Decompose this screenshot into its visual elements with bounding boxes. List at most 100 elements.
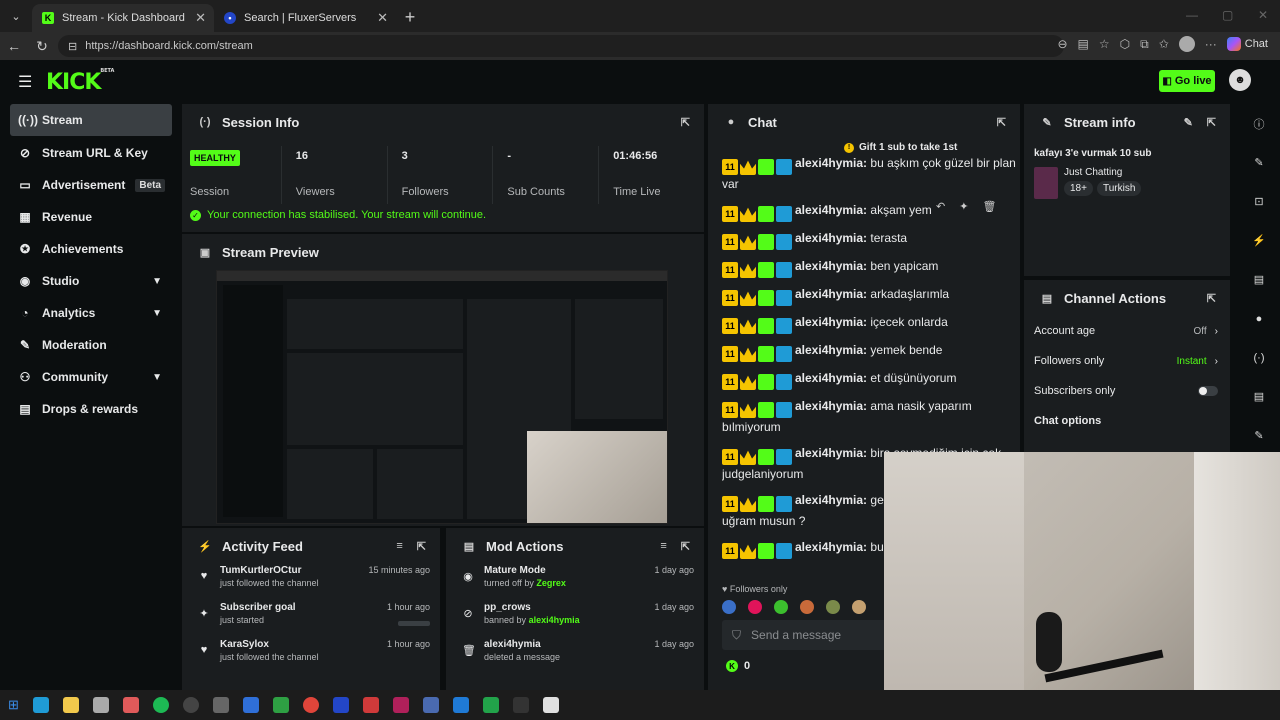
app-icon[interactable]: [212, 697, 229, 713]
chat-username[interactable]: alexi4hymia:: [795, 446, 867, 460]
emote-icon[interactable]: [852, 600, 866, 614]
extensions-icon[interactable]: ⬡: [1120, 37, 1130, 51]
app-icon[interactable]: [92, 697, 109, 713]
pin-icon[interactable]: ✦: [959, 200, 968, 213]
site-info-icon[interactable]: ⊟: [68, 40, 77, 53]
close-tab-icon[interactable]: ✕: [195, 10, 206, 26]
category-name[interactable]: Just Chatting: [1064, 167, 1141, 178]
new-tab-button[interactable]: +: [396, 7, 424, 28]
copilot-button[interactable]: Chat: [1226, 37, 1268, 51]
broadcast-icon[interactable]: (·): [1238, 338, 1280, 377]
obs-icon[interactable]: [542, 697, 559, 713]
kick-logo[interactable]: KICK BETA: [46, 68, 114, 95]
profile-avatar[interactable]: [1178, 36, 1195, 52]
close-window-icon[interactable]: ✕: [1258, 8, 1268, 22]
popout-icon[interactable]: ⇱: [997, 116, 1006, 129]
chat-username[interactable]: alexi4hymia:: [795, 493, 867, 507]
app-icon[interactable]: [452, 697, 469, 713]
emote-icon[interactable]: [826, 600, 840, 614]
file-explorer-icon[interactable]: [62, 697, 79, 713]
browser-tab-kick[interactable]: K Stream - Kick Dashboard ✕: [32, 4, 214, 32]
back-icon[interactable]: ←: [0, 38, 28, 54]
chat-message[interactable]: 11 alexi4hymia: içecek onlarda: [722, 313, 1016, 334]
reload-icon[interactable]: ↻: [28, 38, 56, 55]
followers-only-row[interactable]: Followers only Instant ›: [1024, 346, 1230, 376]
chat-username[interactable]: alexi4hymia:: [795, 287, 867, 301]
emote-icon[interactable]: [748, 600, 762, 614]
sidebar-item-studio[interactable]: ◉ Studio ▼: [10, 265, 172, 297]
sidebar-item-stream[interactable]: ((·)) Stream: [10, 104, 172, 136]
popout-icon[interactable]: ⇱: [1207, 292, 1216, 305]
tab-list-button[interactable]: ⌄: [2, 2, 30, 30]
popout-icon[interactable]: ⇱: [681, 116, 690, 129]
chat-bubble-icon[interactable]: ●: [1238, 299, 1280, 338]
maximize-icon[interactable]: ▢: [1222, 8, 1233, 22]
popout-icon[interactable]: ⇱: [681, 540, 690, 553]
edge-icon[interactable]: [32, 697, 49, 713]
favorites-icon[interactable]: ✩: [1159, 37, 1169, 51]
spotify-icon[interactable]: [152, 697, 169, 713]
filter-icon[interactable]: ≡: [396, 540, 402, 553]
app-icon[interactable]: [122, 697, 139, 713]
chat-username[interactable]: alexi4hymia:: [795, 371, 867, 385]
delete-icon[interactable]: 🗑: [982, 200, 996, 213]
app-icon[interactable]: [482, 697, 499, 713]
chat-username[interactable]: alexi4hymia:: [795, 343, 867, 357]
sidebar-item-moderation[interactable]: ✎ Moderation: [10, 329, 172, 361]
sidebar-item-community[interactable]: ⚇ Community ▼: [10, 361, 172, 393]
sidebar-item-drops-rewards[interactable]: ▤ Drops & rewards: [10, 393, 172, 425]
list-icon[interactable]: ▤: [1238, 377, 1280, 416]
app-icon[interactable]: [302, 697, 319, 713]
sidebar-item-revenue[interactable]: ▦ Revenue: [10, 201, 172, 233]
chat-username[interactable]: alexi4hymia:: [795, 156, 867, 170]
more-icon[interactable]: ···: [1205, 37, 1217, 51]
chat-username[interactable]: alexi4hymia:: [795, 540, 867, 554]
app-icon[interactable]: [362, 697, 379, 713]
app-icon[interactable]: [272, 697, 289, 713]
activity-title[interactable]: KaraSylox: [220, 639, 319, 650]
wrench-icon[interactable]: ✎: [1238, 416, 1280, 455]
chat-username[interactable]: alexi4hymia:: [795, 203, 867, 217]
activity-title[interactable]: TumKurtlerOCtur: [220, 565, 319, 576]
sidebar-item-analytics[interactable]: ◔ Analytics ▼: [10, 297, 172, 329]
app-icon[interactable]: [332, 697, 349, 713]
info-icon[interactable]: ⓘ: [1238, 104, 1280, 143]
split-screen-icon[interactable]: ⧉: [1140, 37, 1149, 52]
lightning-icon[interactable]: ⚡: [1238, 221, 1280, 260]
edit-icon[interactable]: ✎: [1238, 143, 1280, 182]
mod-action-user[interactable]: Zegrex: [536, 578, 566, 588]
mod-action-title[interactable]: pp_crows: [484, 602, 580, 613]
go-live-button[interactable]: ◧ Go live: [1159, 70, 1215, 92]
kicks-counter[interactable]: K 0: [726, 660, 750, 672]
popout-icon[interactable]: ⇱: [1207, 116, 1216, 129]
chat-message[interactable]: 11 alexi4hymia: terasta: [722, 229, 1016, 250]
sidebar-item-achievements[interactable]: ✪ Achievements: [10, 233, 172, 265]
chat-message[interactable]: 11 alexi4hymia: et düşünüyorum: [722, 369, 1016, 390]
chat-message[interactable]: 11 alexi4hymia: bu aşkım çok güzel bir pl…: [722, 156, 1016, 194]
mod-action-title[interactable]: alexi4hymia: [484, 639, 560, 650]
app-icon[interactable]: [182, 697, 199, 713]
chat-username[interactable]: alexi4hymia:: [795, 399, 867, 413]
reply-icon[interactable]: ↶: [936, 200, 945, 213]
emote-icon[interactable]: [774, 600, 788, 614]
app-icon[interactable]: [242, 697, 259, 713]
favorite-star-icon[interactable]: ☆: [1099, 37, 1110, 51]
camera-icon[interactable]: ⊡: [1238, 182, 1280, 221]
minimize-icon[interactable]: —: [1186, 8, 1198, 22]
gift-sub-banner[interactable]: ! Gift 1 sub to take 1st: [844, 142, 957, 153]
account-age-row[interactable]: Account age Off ›: [1024, 316, 1230, 346]
zoom-icon[interactable]: ⊖: [1057, 37, 1067, 51]
reader-icon[interactable]: ▤: [1078, 37, 1089, 51]
chat-message[interactable]: 11 alexi4hymia: arkadaşlarımla: [722, 285, 1016, 306]
chat-username[interactable]: alexi4hymia:: [795, 315, 867, 329]
sidebar-item-advertisement[interactable]: ▭ Advertisement Beta: [10, 169, 172, 201]
chat-message[interactable]: 11 alexi4hymia: ben yapicam: [722, 257, 1016, 278]
activity-title[interactable]: Subscriber goal: [220, 602, 296, 613]
close-tab-icon[interactable]: ✕: [377, 10, 388, 26]
mod-action-user[interactable]: alexi4hymia: [529, 615, 580, 625]
document-icon[interactable]: ▤: [1238, 260, 1280, 299]
emote-icon[interactable]: [722, 600, 736, 614]
app-icon[interactable]: [392, 697, 409, 713]
user-avatar[interactable]: ☻: [1229, 69, 1251, 91]
chat-message[interactable]: 11 alexi4hymia: ama nasik yaparım bılmiyo…: [722, 397, 1016, 437]
